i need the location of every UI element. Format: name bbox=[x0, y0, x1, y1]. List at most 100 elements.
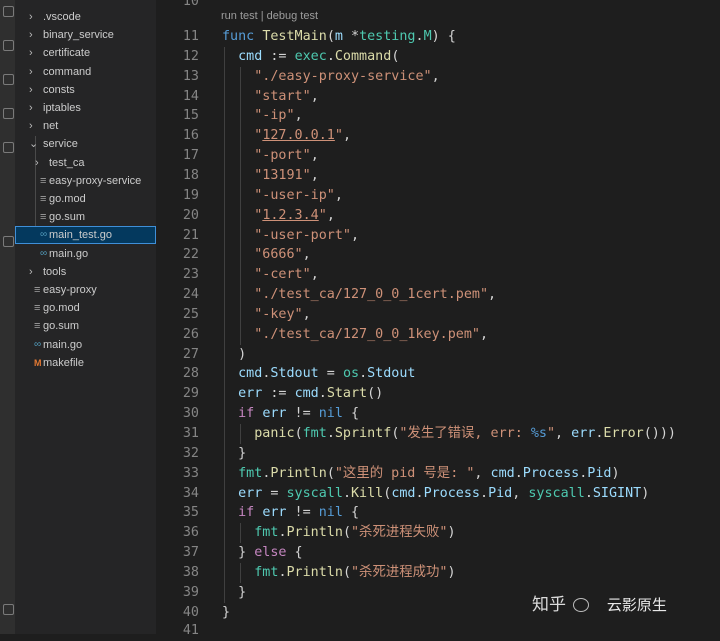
code-line[interactable]: } else { bbox=[222, 543, 303, 563]
go-file-icon: ∞ bbox=[40, 247, 48, 259]
chevron-right-icon[interactable]: › bbox=[29, 99, 33, 117]
code-token: "-cert" bbox=[254, 267, 311, 283]
folder-item[interactable]: › net bbox=[15, 117, 156, 135]
file-item[interactable]: ∞ main.go bbox=[15, 336, 156, 354]
code-line[interactable]: fmt.Println("这里的 pid 号是: ", cmd.Process.… bbox=[222, 464, 619, 484]
line-number: 30 bbox=[182, 406, 199, 422]
code-editor[interactable]: run test | debug test 10 11 12 13 14 15 16 17 1… bbox=[156, 0, 720, 638]
chevron-right-icon[interactable]: › bbox=[29, 44, 33, 62]
folder-item[interactable]: › test_ca bbox=[15, 154, 156, 172]
code-line[interactable]: cmd.Stdout = os.Stdout bbox=[222, 364, 415, 384]
folder-item[interactable]: › binary_service bbox=[15, 26, 156, 44]
code-line[interactable]: "1.2.3.4", bbox=[222, 206, 335, 226]
code-line[interactable]: } bbox=[222, 603, 230, 623]
code-line[interactable]: "./test_ca/127_0_0_1cert.pem", bbox=[222, 285, 496, 305]
code-token: != bbox=[286, 505, 319, 521]
chevron-down-icon[interactable]: ⌄ bbox=[29, 135, 38, 153]
code-line[interactable]: "13191", bbox=[222, 166, 319, 186]
file-item[interactable]: ∞ main_test.go bbox=[15, 226, 156, 245]
tree-item-label: makefile bbox=[43, 356, 84, 369]
code-token: err bbox=[571, 426, 596, 441]
chevron-right-icon[interactable]: › bbox=[29, 8, 33, 26]
line-number: 28 bbox=[182, 366, 199, 382]
codelens-run-debug[interactable]: run test | debug test bbox=[221, 10, 318, 22]
code-line[interactable]: "127.0.0.1", bbox=[222, 126, 351, 146]
file-item[interactable]: ∞ main.go bbox=[15, 245, 156, 263]
file-item[interactable]: ≡ go.sum bbox=[15, 317, 156, 335]
code-line[interactable]: "-user-port", bbox=[222, 226, 359, 246]
code-line[interactable]: "-user-ip", bbox=[222, 186, 343, 206]
code-line[interactable]: "start", bbox=[222, 87, 319, 107]
file-item[interactable]: Mmakefile bbox=[15, 354, 156, 372]
file-item[interactable]: ≡ easy-proxy bbox=[15, 281, 156, 299]
accounts-icon[interactable] bbox=[3, 604, 14, 615]
tree-item-label: main.go bbox=[49, 247, 89, 260]
source-control-icon[interactable] bbox=[3, 74, 14, 85]
code-token: , bbox=[512, 485, 529, 501]
code-line[interactable]: panic(fmt.Sprintf("发生了错误, err: %s", err.… bbox=[222, 424, 676, 444]
testing-icon[interactable] bbox=[3, 236, 14, 247]
file-item[interactable]: ≡ go.sum bbox=[15, 208, 156, 226]
file-item[interactable]: ≡ go.mod bbox=[15, 190, 156, 208]
tree-item-label: command bbox=[43, 65, 92, 78]
code-line[interactable]: func TestMain(m *testing.M) { bbox=[222, 27, 456, 47]
code-line[interactable]: "6666", bbox=[222, 245, 310, 265]
tree-item-label: go.mod bbox=[49, 193, 86, 205]
code-token: = bbox=[262, 485, 287, 501]
go-file-icon: ∞ bbox=[40, 229, 48, 241]
code-line[interactable]: "-port", bbox=[222, 146, 319, 166]
file-item[interactable]: ≡ go.mod bbox=[15, 299, 156, 317]
code-line[interactable]: fmt.Println("杀死进程成功") bbox=[222, 563, 456, 583]
folder-item[interactable]: ⌄ service bbox=[15, 135, 156, 153]
code-line[interactable]: "-key", bbox=[222, 305, 310, 325]
search-icon[interactable] bbox=[3, 40, 14, 51]
code-line[interactable]: fmt.Println("杀死进程失败") bbox=[222, 523, 455, 543]
chevron-right-icon[interactable]: › bbox=[35, 154, 39, 172]
code-line[interactable]: cmd := exec.Command( bbox=[222, 47, 399, 67]
chevron-right-icon[interactable]: › bbox=[29, 81, 33, 99]
folder-item[interactable]: › command bbox=[15, 63, 156, 81]
line-number: 17 bbox=[182, 148, 199, 164]
code-token: , bbox=[488, 287, 497, 303]
run-debug-icon[interactable] bbox=[3, 108, 14, 119]
chevron-right-icon[interactable]: › bbox=[29, 63, 33, 81]
file-item[interactable]: ≡ easy-proxy-service bbox=[15, 172, 156, 190]
code-line[interactable]: "-cert", bbox=[222, 265, 319, 285]
code-token: ) bbox=[447, 564, 456, 580]
folder-item[interactable]: › tools bbox=[15, 263, 156, 281]
code-line[interactable]: "./test_ca/127_0_0_1key.pem", bbox=[222, 325, 488, 345]
tree-item-label: iptables bbox=[43, 102, 81, 114]
extensions-icon[interactable] bbox=[3, 142, 14, 153]
code-line[interactable]: err = syscall.Kill(cmd.Process.Pid, sysc… bbox=[222, 484, 649, 504]
code-token: M bbox=[423, 29, 432, 44]
code-line[interactable]: err := cmd.Start() bbox=[222, 384, 383, 404]
code-token: cmd bbox=[294, 386, 319, 402]
code-line[interactable]: "./easy-proxy-service", bbox=[222, 67, 439, 87]
line-number: 14 bbox=[182, 88, 199, 104]
code-line[interactable]: } bbox=[222, 583, 246, 603]
code-token: Command bbox=[334, 48, 392, 64]
file-lines-icon: ≡ bbox=[40, 211, 47, 224]
code-line[interactable]: "-ip", bbox=[222, 106, 302, 126]
explorer-icon[interactable] bbox=[3, 6, 14, 17]
folder-item[interactable]: › iptables bbox=[15, 99, 156, 117]
folder-item[interactable]: › consts bbox=[15, 81, 156, 99]
code-line[interactable]: ) bbox=[222, 345, 246, 365]
code-line[interactable]: } bbox=[222, 444, 246, 464]
line-number: 23 bbox=[182, 267, 199, 283]
code-token: { bbox=[342, 406, 360, 422]
code-token: ) bbox=[641, 485, 650, 501]
code-line[interactable]: if err != nil { bbox=[222, 404, 359, 424]
chevron-right-icon[interactable]: › bbox=[29, 117, 33, 135]
code-token: "-user-ip" bbox=[254, 187, 335, 203]
folder-item[interactable]: › certificate bbox=[15, 44, 156, 62]
tree-item-label: main.go bbox=[43, 338, 83, 351]
folder-item[interactable]: › .vscode bbox=[15, 8, 156, 26]
code-token: os bbox=[342, 366, 360, 382]
chevron-right-icon[interactable]: › bbox=[29, 26, 33, 44]
code-token: . bbox=[359, 366, 368, 382]
chevron-right-icon[interactable]: › bbox=[29, 263, 33, 281]
code-line[interactable]: if err != nil { bbox=[222, 503, 359, 523]
